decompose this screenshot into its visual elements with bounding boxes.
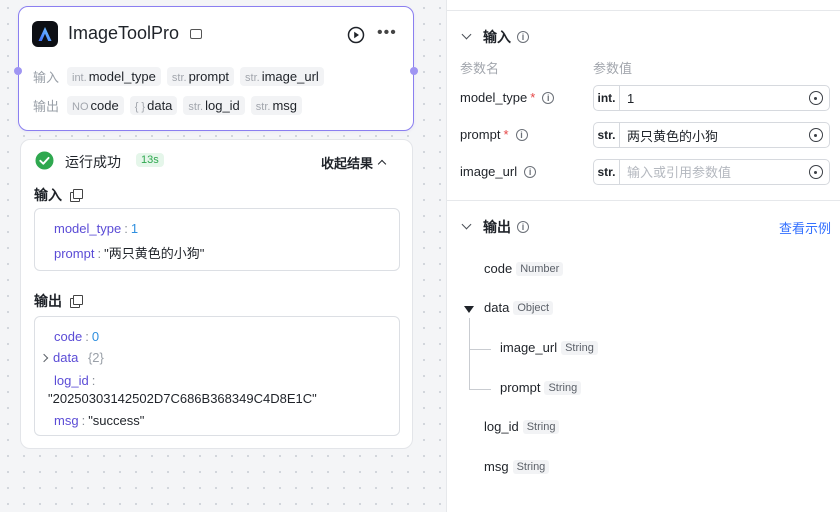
param-field-image-url[interactable]: str. — [593, 159, 830, 185]
success-check-icon — [35, 151, 54, 173]
panel-input-title: 输入 i — [483, 27, 529, 47]
panel-output-title: 输出 i — [483, 217, 529, 237]
reference-variable-icon[interactable] — [809, 128, 823, 142]
collapse-result-button[interactable]: 收起结果 — [321, 153, 387, 172]
col-header-name: 参数名 — [460, 61, 500, 76]
tree-connector — [469, 389, 491, 390]
type-badge: str. — [594, 160, 620, 184]
info-icon[interactable]: i — [524, 165, 537, 178]
reference-variable-icon[interactable] — [809, 91, 823, 105]
output-field-log-id: log_id String — [484, 419, 560, 434]
output-kv-log-id-value: "20250303142502D7C686B368349C4D8E1C" — [48, 391, 317, 406]
output-field-prompt: prompt String — [500, 380, 582, 395]
type-badge: String — [561, 340, 598, 355]
output-tag-data: { } data — [129, 96, 178, 115]
type-badge: str. — [594, 123, 620, 147]
type-badge: Object — [513, 300, 554, 315]
col-header-value: 参数值 — [593, 61, 633, 76]
output-field-code: code Number — [484, 261, 564, 276]
run-duration-badge: 13s — [136, 153, 164, 167]
output-kv-msg: msg: "success" — [54, 413, 145, 428]
run-status-text: 运行成功 — [65, 154, 121, 170]
output-section-chevron-icon[interactable] — [461, 219, 472, 230]
param-label-prompt: prompt * i — [460, 127, 528, 142]
info-icon[interactable]: i — [517, 221, 529, 233]
output-kv-log-id-key: log_id: — [54, 373, 96, 388]
result-output-box: code:0 data {2} log_id: "20250303142502D… — [34, 316, 400, 436]
type-badge: String — [522, 419, 560, 434]
output-kv-code: code:0 — [54, 329, 100, 344]
output-kv-data[interactable]: data {2} — [39, 350, 104, 365]
run-result-card: 运行成功 13s 收起结果 输入 model_type:1 prompt: "两只… — [20, 139, 413, 449]
output-field-data[interactable]: data Object — [484, 300, 554, 315]
info-icon[interactable]: i — [542, 91, 555, 104]
inputs-label: 输入 — [33, 70, 60, 85]
panel-top-divider — [447, 10, 840, 11]
type-badge: Number — [516, 261, 564, 276]
param-field-prompt[interactable]: str. — [593, 122, 830, 148]
input-section-chevron-icon[interactable] — [461, 29, 472, 40]
copy-input-icon[interactable] — [70, 189, 83, 202]
run-icon[interactable] — [347, 26, 365, 47]
input-kv-model-type: model_type:1 — [54, 221, 139, 236]
output-tag-msg: str. msg — [250, 96, 303, 115]
image-url-input[interactable] — [620, 164, 809, 180]
input-port[interactable] — [14, 67, 22, 75]
param-field-model-type[interactable]: int. — [593, 85, 830, 111]
output-field-msg: msg String — [484, 459, 550, 474]
output-port[interactable] — [410, 67, 418, 75]
copy-output-icon[interactable] — [70, 295, 83, 308]
input-kv-prompt: prompt: "两只黄色的小狗" — [54, 246, 205, 261]
type-badge: int. — [594, 86, 620, 110]
chevron-up-icon — [377, 159, 387, 169]
more-icon[interactable]: ••• — [377, 24, 397, 42]
tree-connector — [469, 318, 470, 389]
view-example-link[interactable]: 查看示例 — [779, 218, 831, 237]
plugin-badge-icon — [190, 29, 202, 39]
model-type-input[interactable] — [620, 90, 809, 106]
tree-connector — [469, 349, 491, 350]
workflow-canvas[interactable]: ImageToolPro ••• 输入 int. model_type str. p… — [0, 0, 432, 512]
tool-node[interactable]: ImageToolPro ••• 输入 int. model_type str. p… — [14, 6, 418, 131]
info-icon[interactable]: i — [515, 128, 528, 141]
chevron-right-icon[interactable] — [39, 353, 49, 363]
node-outputs-row: 输出 NO code { } data str. log_id str. msg — [33, 96, 303, 115]
prompt-input[interactable] — [620, 127, 809, 143]
type-badge: String — [512, 459, 550, 474]
input-tag-image-url: str. image_url — [240, 67, 324, 86]
output-tag-log-id: str. log_id — [183, 96, 245, 115]
output-field-image-url: image_url String — [500, 340, 598, 355]
node-title: ImageToolPro — [68, 23, 180, 43]
app-logo-icon — [32, 21, 58, 47]
node-settings-panel: 输入i 参数名 参数值 model_type*i int. prompt*i s… — [446, 0, 840, 512]
result-input-box: model_type:1 prompt: "两只黄色的小狗" — [34, 208, 400, 271]
input-tag-prompt: str. prompt — [166, 67, 235, 86]
outputs-label: 输出 — [33, 99, 60, 114]
input-tag-model-type: int. model_type — [67, 67, 161, 86]
type-badge: String — [544, 380, 582, 395]
output-tag-code: NO code — [67, 96, 124, 115]
param-label-model-type: model_type * i — [460, 90, 555, 105]
param-label-image-url: image_url i — [460, 164, 537, 179]
result-output-title: 输出 — [34, 291, 83, 311]
result-input-title: 输入 — [34, 185, 83, 205]
info-icon[interactable]: i — [517, 31, 529, 43]
caret-down-icon[interactable] — [464, 306, 474, 313]
node-inputs-row: 输入 int. model_type str. prompt str. image_u… — [33, 67, 324, 86]
panel-section-divider — [447, 200, 840, 201]
reference-variable-icon[interactable] — [809, 165, 823, 179]
collapse-label: 收起结果 — [321, 156, 374, 171]
